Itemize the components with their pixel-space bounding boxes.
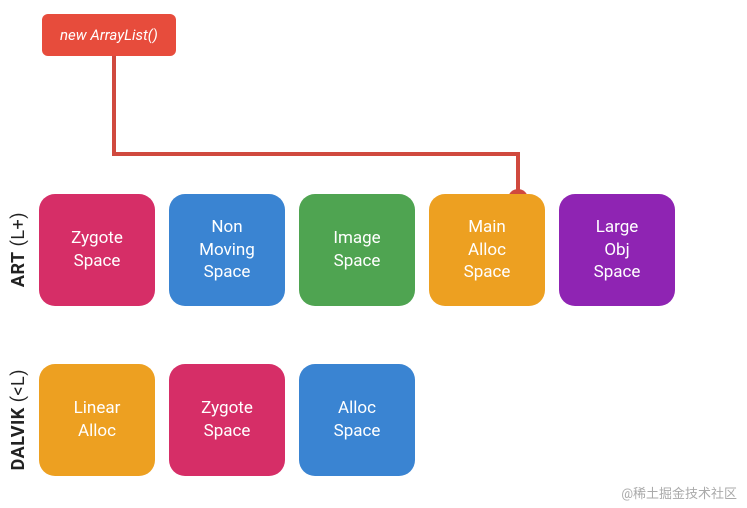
dalvik-box-1: Zygote Space [169,364,285,476]
dalvik-box-2-label: Alloc Space [334,397,381,443]
art-box-3: Main Alloc Space [429,194,545,306]
callout-text: new ArrayList() [60,26,158,44]
row-dalvik: DALVIK (<L) Linear Alloc Zygote Space Allo… [8,364,415,476]
watermark: @稀土掘金技术社区 [621,483,737,502]
art-box-4-label: Large Obj Space [594,216,641,285]
row-art-label: ART (L+) [8,212,29,287]
dalvik-box-0: Linear Alloc [39,364,155,476]
art-box-3-label: Main Alloc Space [464,216,511,285]
row-dalvik-label: DALVIK (<L) [8,369,29,470]
art-box-1: Non Moving Space [169,194,285,306]
art-box-0: Zygote Space [39,194,155,306]
connector-line-horizontal [112,152,520,156]
row-art-boxes: Zygote Space Non Moving Space Image Space M… [39,194,675,306]
art-box-1-label: Non Moving Space [199,216,255,285]
row-art: ART (L+) Zygote Space Non Moving Space Ima… [8,194,675,306]
art-box-4: Large Obj Space [559,194,675,306]
row-art-label-sub: (L+) [8,212,29,246]
dalvik-box-0-label: Linear Alloc [74,397,121,443]
callout-new-arraylist: new ArrayList() [42,14,176,56]
dalvik-box-2: Alloc Space [299,364,415,476]
row-art-label-main: ART [8,252,29,288]
art-box-2: Image Space [299,194,415,306]
connector-line-vertical [112,56,116,156]
row-dalvik-boxes: Linear Alloc Zygote Space Alloc Space [39,364,415,476]
connector-line-down [516,152,520,194]
dalvik-box-1-label: Zygote Space [201,397,253,443]
row-dalvik-label-main: DALVIK [8,408,29,471]
art-box-2-label: Image Space [333,227,380,273]
art-box-0-label: Zygote Space [71,227,123,273]
row-dalvik-label-sub: (<L) [8,369,29,402]
